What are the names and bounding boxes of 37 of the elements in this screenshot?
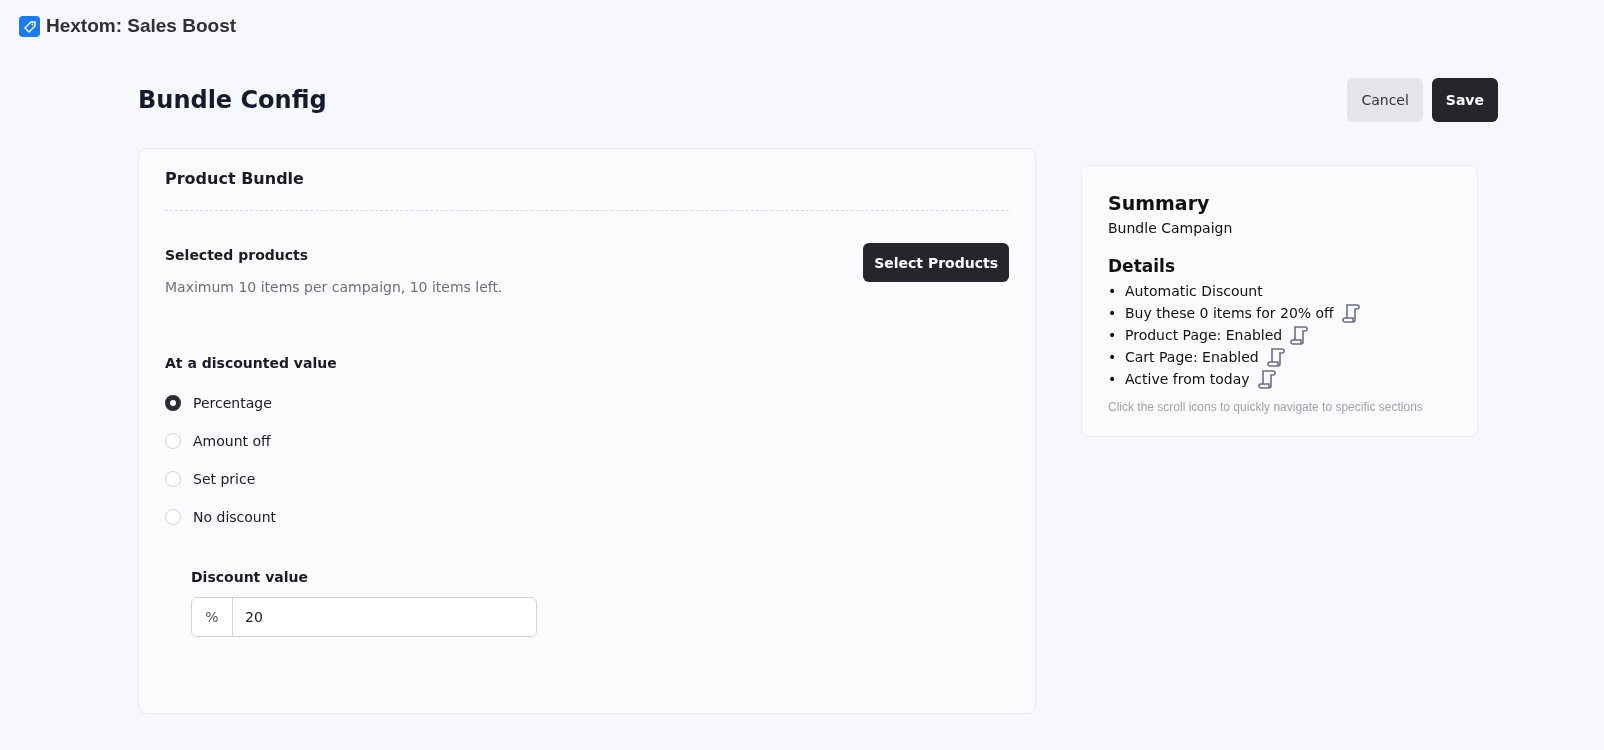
detail-item: Product Page: Enabled: [1125, 326, 1283, 345]
bullet: •: [1108, 348, 1118, 367]
scroll-icon[interactable]: [1290, 325, 1309, 345]
bullet: •: [1108, 304, 1118, 323]
detail-item: Automatic Discount: [1125, 282, 1263, 301]
card-title: Product Bundle: [165, 169, 305, 188]
cancel-button[interactable]: Cancel: [1347, 78, 1423, 122]
value-input[interactable]: 20: [233, 598, 536, 636]
detail-item: Active from today: [1125, 370, 1250, 389]
radio-label: Percentage: [193, 395, 272, 411]
details-title: Details: [1108, 256, 1176, 276]
radio-label: Set price: [193, 471, 256, 487]
scroll-icon[interactable]: [1257, 369, 1276, 389]
radio-button[interactable]: [165, 395, 181, 411]
bullet: •: [1108, 326, 1118, 345]
radio-label: No discount: [193, 509, 277, 525]
scroll-icon[interactable]: [1341, 303, 1360, 323]
detail-item: Cart Page: Enabled: [1125, 348, 1259, 367]
radio-label: Amount off: [193, 433, 271, 449]
bullet: •: [1108, 282, 1118, 301]
bullet: •: [1108, 370, 1118, 389]
save-button[interactable]: Save: [1431, 78, 1498, 122]
help-text: Click the scroll icons to quickly navigate to specific sections: [1108, 400, 1424, 414]
percent-prefix: %: [192, 598, 233, 636]
summary-title: Summary: [1108, 192, 1211, 214]
help-text: Maximum 10 items per campaign, 10 items left.: [165, 279, 503, 295]
field-label: Discount value: [191, 569, 309, 585]
section-label: At a discounted value: [165, 355, 338, 371]
app-logo-icon: [19, 15, 40, 37]
detail-item: Buy these 0 items for 20% off: [1125, 304, 1334, 323]
app-title: Hextom: Sales Boost: [46, 15, 237, 37]
select-products-button[interactable]: Select Products: [863, 243, 1009, 282]
page-title: Bundle Config: [138, 86, 327, 114]
section-label: Selected products: [165, 247, 310, 263]
scroll-icon[interactable]: [1266, 347, 1285, 367]
campaign-name: Bundle Campaign: [1108, 220, 1234, 236]
discount-value-field[interactable]: % 20: [191, 597, 537, 637]
